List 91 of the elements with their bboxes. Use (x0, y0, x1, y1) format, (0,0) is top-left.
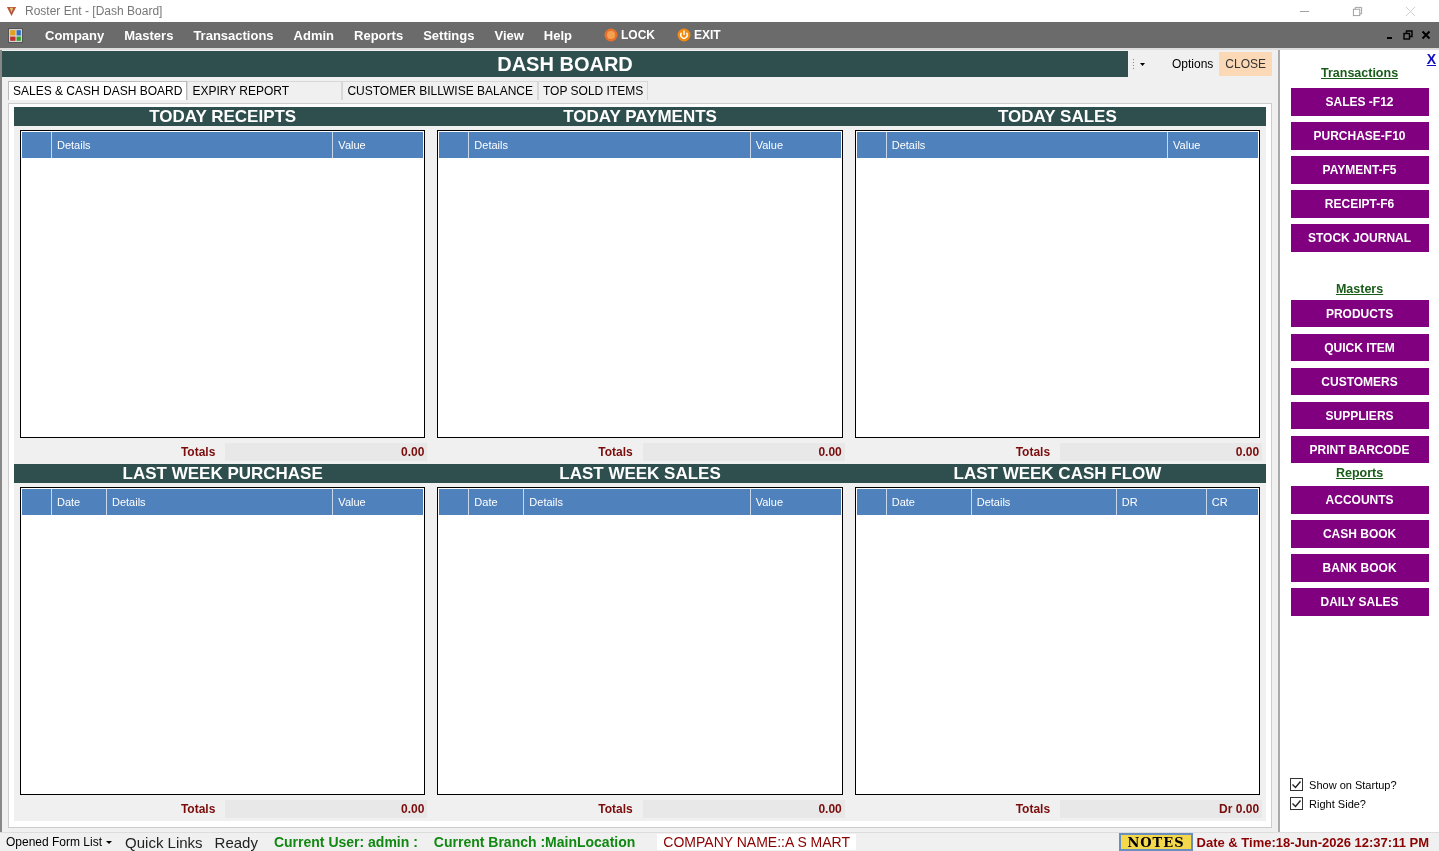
shortcut-button[interactable]: SALES -F12 (1290, 88, 1429, 116)
shortcut-button[interactable]: CUSTOMERS (1290, 368, 1429, 395)
toolbar-dropdown-icon[interactable] (1132, 58, 1146, 70)
totals-label: Totals (598, 445, 633, 459)
shortcut-button[interactable]: SUPPLIERS (1290, 402, 1429, 429)
column-header[interactable]: Value (333, 489, 424, 515)
form-list-dropdown[interactable]: Opened Form List (0, 835, 114, 849)
total-field: Dr 0.00 (1060, 800, 1263, 818)
shortcut-button[interactable]: STOCK JOURNAL (1290, 224, 1429, 252)
options-button[interactable]: Options (1172, 57, 1214, 71)
shortcut-button[interactable]: DAILY SALES (1290, 588, 1429, 616)
status-text: COMPANY NAME::A S MART (657, 834, 857, 850)
column-header[interactable]: Details (524, 489, 751, 515)
status-text: Ready (214, 833, 258, 851)
menu-item[interactable]: Transactions (183, 27, 284, 43)
close-button[interactable]: CLOSE (1219, 52, 1273, 76)
shortcut-button[interactable]: PAYMENT-F5 (1290, 156, 1429, 184)
close-sidebar-button[interactable]: X (1426, 51, 1436, 67)
menu-item[interactable]: Settings (413, 27, 485, 43)
column-header[interactable]: Details (971, 489, 1117, 515)
column-header[interactable]: DR (1116, 489, 1207, 515)
dashboard-title: DASH BOARD (497, 52, 633, 76)
menu-action[interactable]: EXIT (677, 28, 721, 42)
panel-header: LAST WEEK SALES (431, 464, 849, 483)
totals-label: Totals (1015, 445, 1051, 459)
total-field: 0.00 (1060, 443, 1263, 461)
shortcut-button[interactable]: PRINT BARCODE (1290, 436, 1429, 463)
section-heading[interactable]: Masters (1335, 282, 1384, 296)
lock-icon (604, 28, 618, 42)
column-header[interactable]: Details (107, 489, 334, 515)
column-header[interactable]: Value (750, 489, 841, 515)
shortcut-button[interactable]: RECEIPT-F6 (1290, 190, 1429, 218)
shortcut-button[interactable]: PRODUCTS (1290, 300, 1429, 327)
app-menu-icon[interactable] (8, 27, 23, 43)
column-header[interactable]: Date (469, 489, 525, 515)
checkbox[interactable] (1290, 797, 1304, 810)
column-header[interactable]: Details (52, 132, 334, 158)
checkbox-label: Show on Startup? (1309, 778, 1397, 791)
column-header[interactable]: Date (886, 489, 972, 515)
tab[interactable]: EXPIRY REPORT (187, 81, 343, 100)
total-field: 0.00 (225, 800, 428, 818)
menu-item[interactable]: Masters (114, 27, 184, 43)
panel-header: LAST WEEK PURCHASE (14, 464, 432, 483)
column-header[interactable]: Value (750, 132, 841, 158)
totals-label: Totals (598, 802, 633, 816)
caret-icon (105, 838, 114, 846)
column-header[interactable]: Value (1168, 132, 1259, 158)
panel-header: LAST WEEK CASH FLOW (848, 464, 1267, 483)
total-field: 0.00 (642, 800, 845, 818)
section-heading[interactable]: Reports (1335, 466, 1384, 480)
column-header[interactable]: Date (52, 489, 107, 515)
menu-action[interactable]: LOCK (604, 28, 655, 42)
window-title: Roster Ent - [Dash Board] (25, 4, 163, 18)
status-text: Quick Links (125, 833, 203, 851)
menu-item[interactable]: View (484, 27, 534, 43)
totals-label: Totals (180, 445, 216, 459)
notes-button[interactable]: NOTES (1119, 833, 1193, 851)
shortcut-button[interactable]: PURCHASE-F10 (1290, 122, 1429, 150)
panel-header: TODAY RECEIPTS (14, 107, 432, 126)
date-time: Date & Time:18-Jun-2026 12:37:11 PM (1196, 834, 1429, 850)
section-heading[interactable]: Transactions (1321, 66, 1399, 80)
tab[interactable]: SALES & CASH DASH BOARD (8, 81, 188, 100)
total-field: 0.00 (225, 443, 428, 461)
menu-item[interactable]: Admin (283, 27, 345, 43)
column-header[interactable]: CR (1206, 489, 1259, 515)
restore-icon[interactable] (1352, 5, 1363, 17)
menu-item[interactable]: Company (35, 27, 115, 43)
total-field: 0.00 (642, 443, 845, 461)
mdi-restore-icon[interactable] (1403, 30, 1413, 40)
mdi-close-icon[interactable] (1421, 30, 1431, 40)
status-text: Current Branch :MainLocation (433, 834, 636, 850)
checkbox[interactable] (1290, 778, 1304, 791)
column-header[interactable]: Details (886, 132, 1169, 158)
shortcut-button[interactable]: ACCOUNTS (1290, 486, 1429, 514)
totals-label: Totals (1015, 802, 1051, 816)
totals-label: Totals (180, 802, 216, 816)
column-header[interactable]: Details (469, 132, 751, 158)
status-text: Current User: admin : (273, 834, 418, 850)
shortcut-button[interactable]: BANK BOOK (1290, 554, 1429, 582)
power-icon (677, 28, 691, 42)
shortcut-button[interactable]: CASH BOOK (1290, 520, 1429, 548)
menu-item[interactable]: Help (533, 27, 582, 43)
menu-item[interactable]: Reports (344, 27, 414, 43)
panel-header: TODAY SALES (848, 107, 1267, 126)
panel-header: TODAY PAYMENTS (431, 107, 849, 126)
shortcut-button[interactable]: QUICK ITEM (1290, 334, 1429, 361)
tab[interactable]: TOP SOLD ITEMS (538, 81, 649, 100)
checkbox-label: Right Side? (1309, 797, 1366, 810)
app-icon (6, 5, 17, 17)
column-header[interactable]: Value (333, 132, 424, 158)
tab[interactable]: CUSTOMER BILLWISE BALANCE (342, 81, 538, 100)
